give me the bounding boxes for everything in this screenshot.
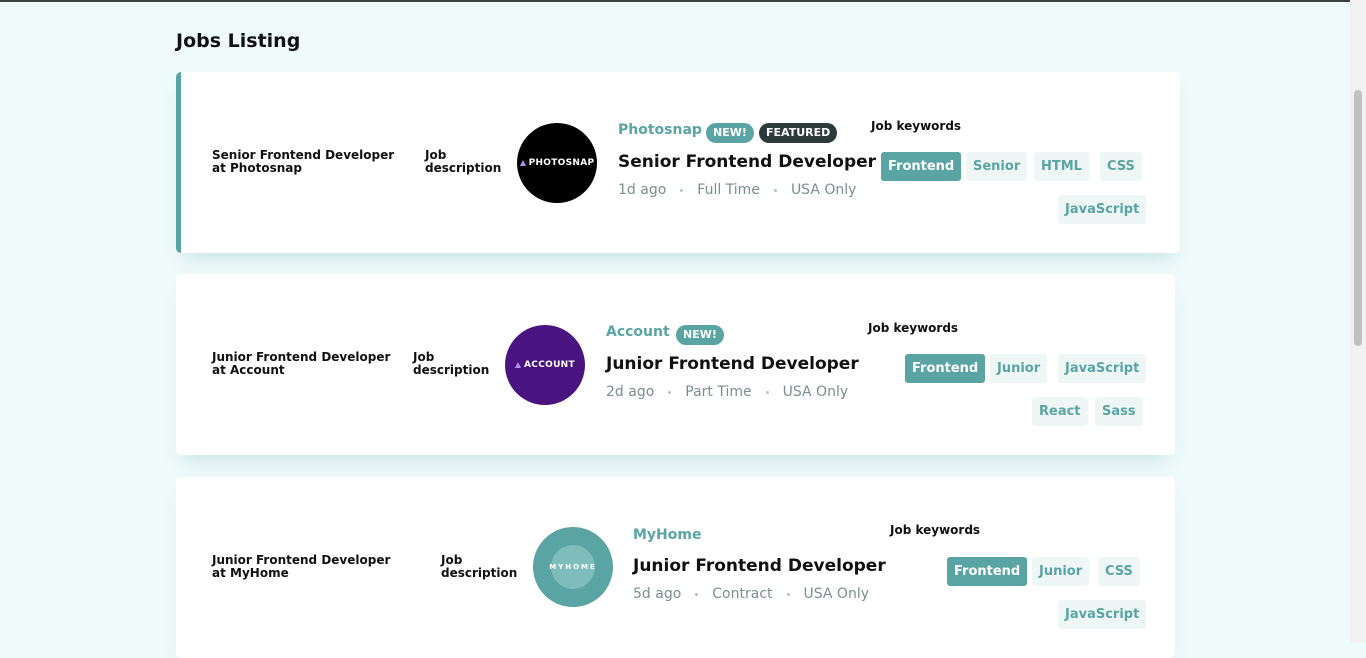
job-sr-title: Junior Frontend Developer at Account xyxy=(212,350,391,377)
logo-text: MYHOME xyxy=(549,563,597,571)
separator-dot xyxy=(668,390,672,394)
tag-junior[interactable]: Junior xyxy=(990,354,1048,383)
job-position[interactable]: Junior Frontend Developer xyxy=(606,354,859,374)
job-location: USA Only xyxy=(803,586,870,602)
job-card-myhome[interactable]: Junior Frontend Developer at MyHome Job … xyxy=(176,477,1175,658)
header-edge xyxy=(176,2,1175,12)
logo-triangle-icon xyxy=(515,362,522,368)
contract-type: Full Time xyxy=(697,182,760,198)
posted-at: 5d ago xyxy=(633,586,682,602)
logo-text: ACCOUNT xyxy=(524,360,575,370)
posted-at: 1d ago xyxy=(618,182,667,198)
job-card-account[interactable]: Junior Frontend Developer at Account Job… xyxy=(176,274,1175,455)
contract-type: Contract xyxy=(712,586,773,602)
contract-type: Part Time xyxy=(685,384,752,400)
logo-triangle-icon xyxy=(519,160,526,166)
company-logo: MYHOME xyxy=(533,527,613,607)
logo-text: PHOTOSNAP xyxy=(528,158,595,168)
company-name[interactable]: Photosnap xyxy=(618,122,702,138)
job-card-photosnap[interactable]: Senior Frontend Developer at Photosnap J… xyxy=(176,72,1180,253)
company-logo: ACCOUNT xyxy=(505,325,585,405)
tag-senior[interactable]: Senior xyxy=(966,152,1028,181)
separator-dot xyxy=(786,592,790,596)
posted-at: 2d ago xyxy=(606,384,655,400)
job-position[interactable]: Senior Frontend Developer xyxy=(618,152,876,172)
tag-javascript[interactable]: JavaScript xyxy=(1058,354,1147,383)
job-meta: 2d ago Part Time USA Only xyxy=(606,384,848,400)
tag-html[interactable]: HTML xyxy=(1034,152,1089,181)
separator-dot xyxy=(765,390,769,394)
job-sr-description: Job description xyxy=(441,553,518,580)
tag-frontend[interactable]: Frontend xyxy=(881,152,962,181)
tag-react[interactable]: React xyxy=(1032,397,1088,426)
separator-dot xyxy=(680,188,684,192)
company-name[interactable]: Account xyxy=(606,324,670,340)
separator-dot xyxy=(773,188,777,192)
company-name[interactable]: MyHome xyxy=(633,527,701,543)
job-keywords-label: Job keywords xyxy=(890,523,981,537)
scrollbar-thumb[interactable] xyxy=(1354,90,1362,346)
featured-badge: FEATURED xyxy=(759,123,838,143)
new-badge: NEW! xyxy=(676,325,724,345)
vertical-scrollbar[interactable] xyxy=(1350,0,1366,642)
tag-css[interactable]: CSS xyxy=(1098,557,1140,586)
logo-inner-circle: MYHOME xyxy=(549,545,597,589)
new-badge: NEW! xyxy=(706,123,754,143)
tag-css[interactable]: CSS xyxy=(1100,152,1142,181)
company-logo: PHOTOSNAP xyxy=(517,123,597,203)
job-sr-description: Job description xyxy=(425,148,502,175)
tag-junior[interactable]: Junior xyxy=(1032,557,1090,586)
tag-frontend[interactable]: Frontend xyxy=(947,557,1028,586)
page-title: Jobs Listing xyxy=(176,30,301,52)
tag-frontend[interactable]: Frontend xyxy=(905,354,986,383)
tag-sass[interactable]: Sass xyxy=(1095,397,1143,426)
job-sr-title: Junior Frontend Developer at MyHome xyxy=(212,553,391,580)
job-position[interactable]: Junior Frontend Developer xyxy=(633,556,886,576)
job-sr-description: Job description xyxy=(413,350,490,377)
separator-dot xyxy=(695,592,699,596)
tag-javascript[interactable]: JavaScript xyxy=(1058,195,1147,224)
job-keywords-label: Job keywords xyxy=(868,321,959,335)
job-sr-title: Senior Frontend Developer at Photosnap xyxy=(212,148,395,175)
tag-javascript[interactable]: JavaScript xyxy=(1058,600,1147,629)
job-location: USA Only xyxy=(782,384,849,400)
job-keywords-label: Job keywords xyxy=(871,119,962,133)
job-location: USA Only xyxy=(790,182,857,198)
job-meta: 1d ago Full Time USA Only xyxy=(618,182,856,198)
job-meta: 5d ago Contract USA Only xyxy=(633,586,869,602)
